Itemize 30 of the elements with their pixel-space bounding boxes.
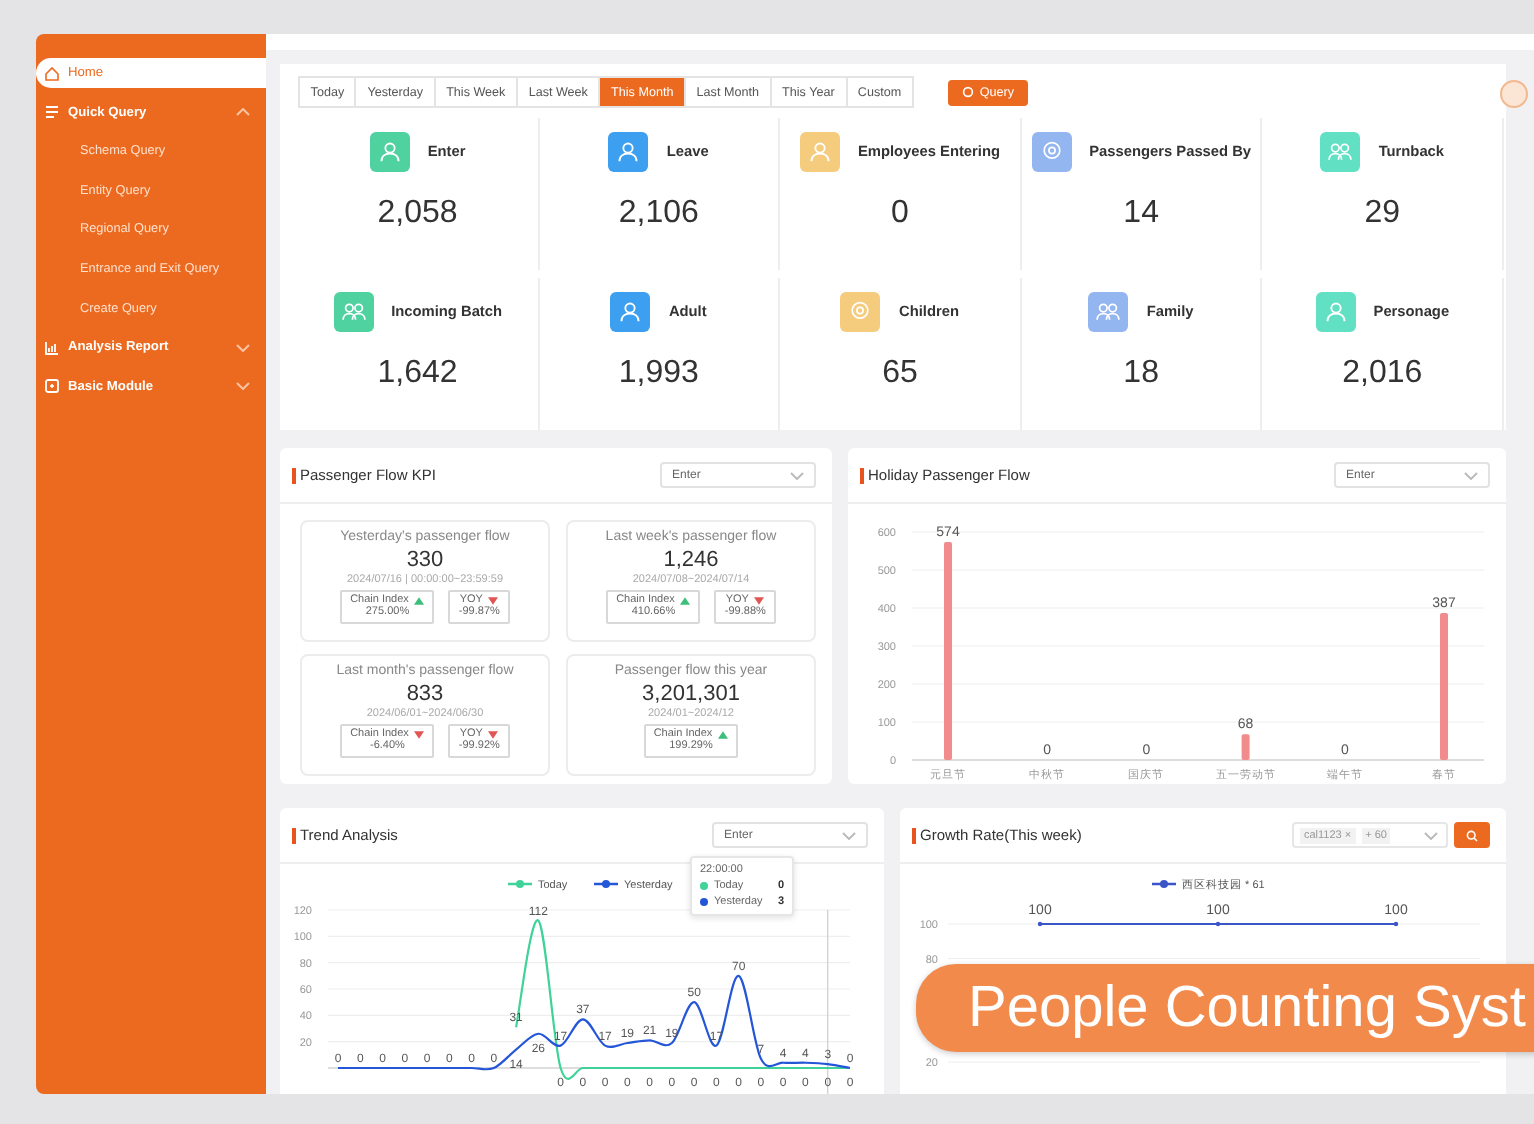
bar (1241, 734, 1250, 760)
stat-value: 18 (1123, 356, 1159, 392)
stat-value: 1,993 (618, 356, 699, 392)
search-icon (1466, 829, 1478, 841)
legend-line-icon (1152, 880, 1176, 888)
home-icon (44, 65, 60, 81)
kpi-value: 330 (406, 548, 444, 572)
search-icon (961, 86, 974, 98)
caret-icon (1464, 471, 1478, 479)
kpi-value: 3,201,301 (642, 682, 740, 706)
module-icon (44, 378, 60, 395)
stat-value: 1,642 (377, 356, 458, 392)
legend-line-icon (508, 880, 532, 888)
stat-value: 2,016 (1342, 356, 1423, 392)
list-icon (44, 104, 60, 121)
chart-icon (44, 339, 60, 356)
stat-value: 14 (1123, 196, 1159, 232)
stat-value: 29 (1364, 196, 1401, 232)
caret-icon (790, 471, 804, 479)
stat-value: 2,058 (377, 196, 458, 232)
caret-icon (1424, 831, 1438, 839)
stat-value: 2,106 (618, 196, 699, 232)
stat-value: 65 (882, 356, 918, 392)
kpi-value: 1,246 (663, 548, 719, 572)
kpi-value: 833 (406, 682, 444, 706)
stat-value: 0 (891, 196, 909, 232)
search-button[interactable] (1454, 822, 1490, 848)
promo-banner: People Counting Syst (916, 964, 1534, 1052)
legend-line-icon (594, 880, 618, 888)
caret-icon (842, 831, 856, 839)
